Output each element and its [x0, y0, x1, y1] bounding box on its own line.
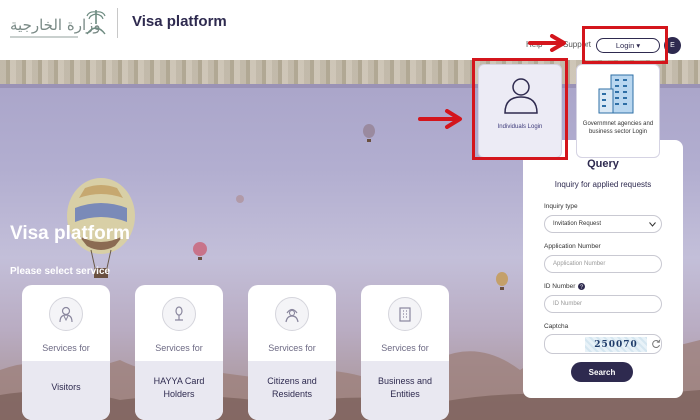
help-circle-icon[interactable]: ?	[578, 283, 586, 290]
search-button[interactable]: Search	[571, 362, 633, 382]
query-panel: Query Inquiry for applied requests Inqui…	[523, 140, 683, 398]
ministry-logo[interactable]: وزارة الخارجية	[8, 6, 108, 42]
brand-title: Visa platform	[132, 13, 227, 30]
captcha-image: 250070	[585, 337, 647, 352]
id-number-placeholder: ID Number	[553, 301, 583, 307]
annotation-box-login	[582, 26, 668, 64]
palm-swords-emblem-icon	[86, 10, 106, 35]
svg-text:?: ?	[580, 285, 583, 290]
service-prefix: Services for	[42, 343, 90, 353]
service-name: Business and Entities	[377, 376, 433, 399]
header-divider	[117, 8, 118, 38]
service-prefix: Services for	[268, 343, 316, 353]
id-number-label: ID Number	[544, 283, 576, 290]
hot-air-balloon-small-icon	[193, 242, 207, 260]
service-card-citizens[interactable]: Services for Citizens and Residents	[248, 285, 336, 420]
chevron-down-icon	[649, 221, 656, 227]
application-number-input[interactable]: Application Number	[544, 255, 662, 273]
citizen-icon	[275, 297, 309, 331]
building-icon	[598, 74, 634, 114]
application-number-placeholder: Application Number	[553, 261, 606, 267]
hero-subtitle: Please select service	[10, 266, 111, 277]
service-name: Citizens and Residents	[267, 376, 317, 399]
hero-title: Visa platform	[10, 223, 131, 244]
captcha-input[interactable]: 250070	[544, 334, 662, 354]
inquiry-type-select[interactable]: Invitation Request	[544, 215, 662, 233]
service-prefix: Services for	[381, 343, 429, 353]
id-number-input[interactable]: ID Number	[544, 295, 662, 313]
arrow-right-icon	[528, 34, 566, 52]
inquiry-type-value: Invitation Request	[553, 221, 602, 227]
service-card-visitors[interactable]: Services for Visitors	[22, 285, 110, 420]
hot-air-balloon-distant-icon	[363, 124, 375, 142]
captcha-label: Captcha	[544, 323, 569, 330]
service-name: Visitors	[51, 382, 81, 392]
service-card-business[interactable]: Services for Business and Entities	[361, 285, 449, 420]
government-login-label: Governmnet agencies and business sector …	[582, 121, 654, 135]
inquiry-type-label: Inquiry type	[544, 203, 578, 210]
logo-underline	[10, 36, 78, 38]
hot-air-balloon-tiny-icon	[236, 195, 244, 203]
service-name: HAYYA Card Holders	[153, 376, 205, 399]
hayya-icon	[162, 297, 196, 331]
query-subtitle: Inquiry for applied requests	[554, 180, 652, 189]
government-login-option[interactable]: Governmnet agencies and business sector …	[576, 64, 660, 158]
application-number-label: Application Number	[544, 243, 601, 250]
annotation-box-individuals	[472, 58, 568, 160]
service-card-hayya[interactable]: Services for HAYYA Card Holders	[135, 285, 223, 420]
arrow-right-icon	[418, 109, 462, 129]
building-icon	[388, 297, 422, 331]
service-prefix: Services for	[155, 343, 203, 353]
refresh-icon[interactable]	[651, 339, 661, 349]
hot-air-balloon-right-icon	[496, 272, 508, 290]
visitor-icon	[49, 297, 83, 331]
id-number-label-row: ID Number ?	[544, 283, 586, 290]
